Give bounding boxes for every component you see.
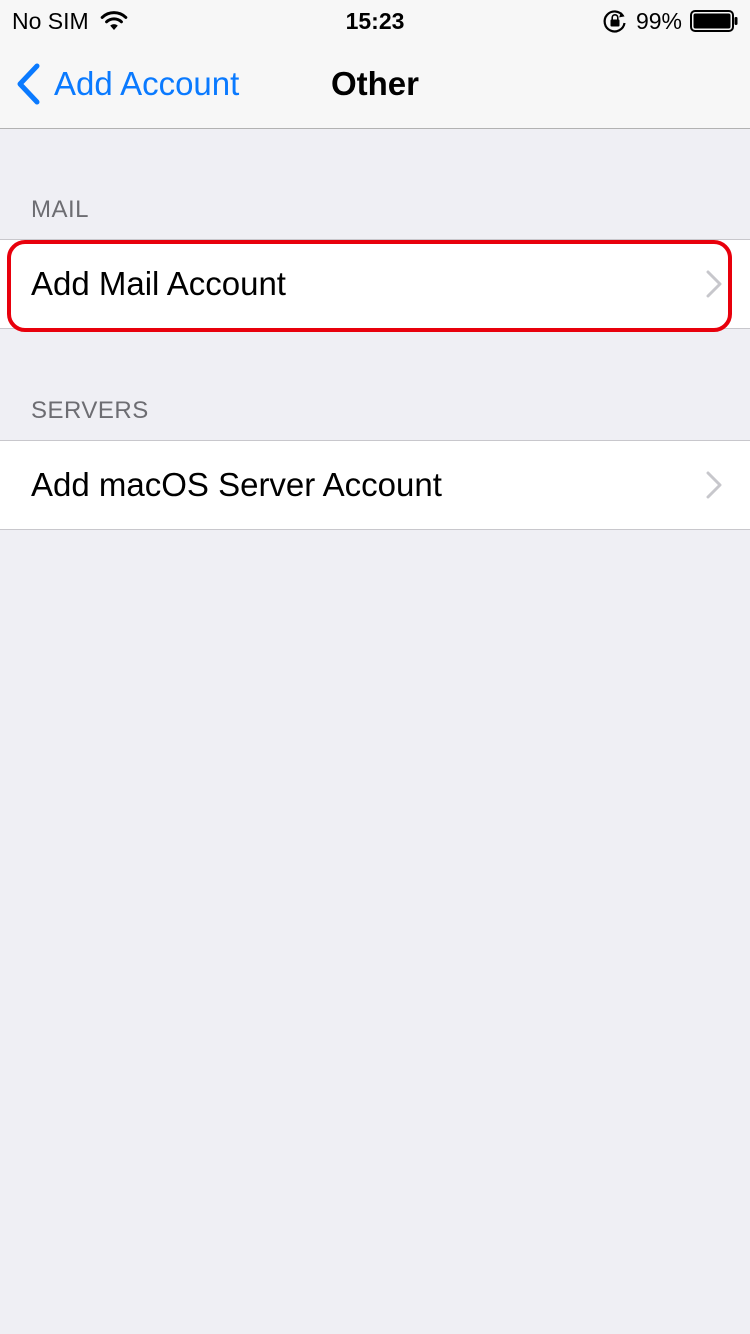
battery-percent: 99% — [635, 7, 682, 34]
cell-label: Add macOS Server Account — [31, 466, 442, 503]
cell-group-servers: Add macOS Server Account — [0, 440, 750, 530]
cell-label: Add Mail Account — [31, 265, 286, 302]
chevron-right-icon — [706, 270, 722, 298]
add-mail-account-cell[interactable]: Add Mail Account — [0, 240, 750, 328]
chevron-right-icon — [706, 471, 722, 499]
section-header-servers: SERVERS — [31, 397, 149, 424]
status-bar: No SIM 15:23 99% — [0, 0, 750, 40]
page-title: Other — [330, 65, 419, 102]
status-right: 99% — [602, 6, 738, 36]
battery-icon — [690, 10, 738, 32]
navigation-bar: Add Account Other — [0, 40, 750, 129]
cell-group-mail: Add Mail Account — [0, 239, 750, 329]
lock-rotation-icon — [603, 10, 626, 33]
add-macos-server-account-cell[interactable]: Add macOS Server Account — [0, 441, 750, 529]
section-header-mail: MAIL — [31, 196, 90, 223]
